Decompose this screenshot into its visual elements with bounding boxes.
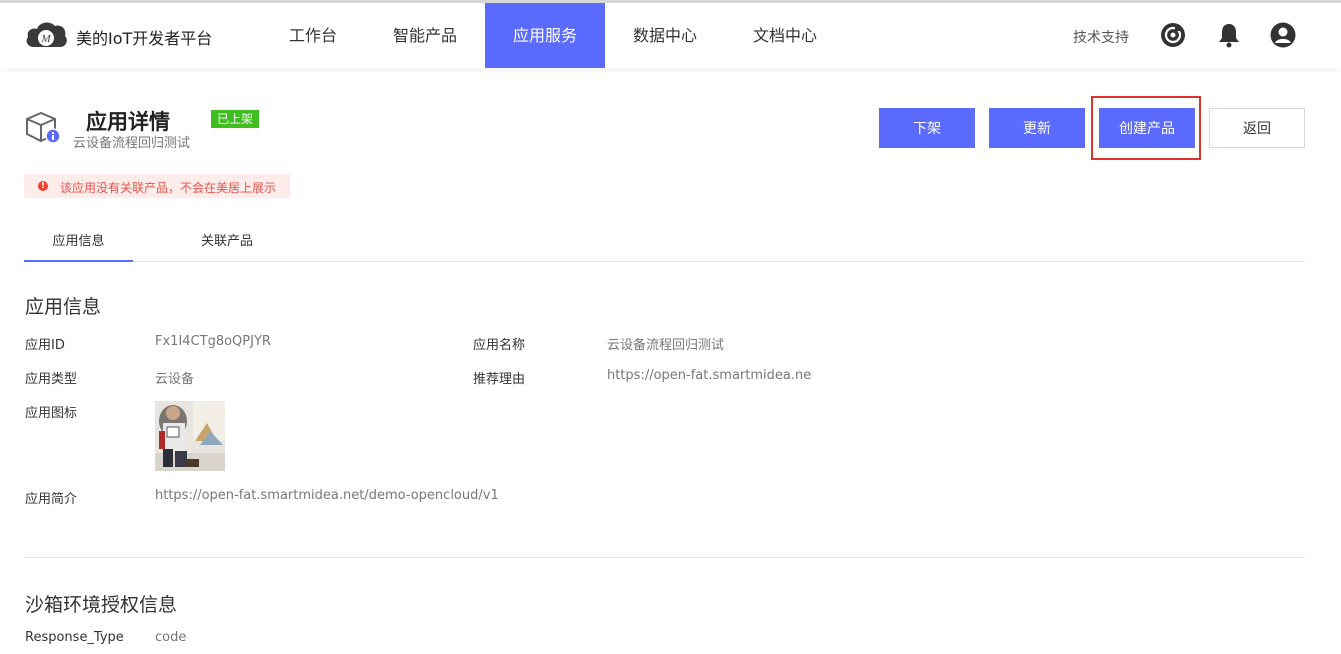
exclamation-icon: !	[38, 181, 48, 191]
page-subtitle: 云设备流程回归测试	[73, 136, 191, 151]
top-navbar: M 美的IoT开发者平台 工作台 智能产品 应用服务 数据中心 文档中心 技术支…	[0, 3, 1341, 68]
app-icon-label: 应用图标	[25, 406, 78, 421]
section-title-sandbox: 沙箱环境授权信息	[25, 594, 178, 616]
nav-smart-products[interactable]: 智能产品	[372, 3, 478, 68]
back-button[interactable]: 返回	[1209, 108, 1305, 148]
app-type-value: 云设备	[155, 372, 195, 387]
midea-cloud-logo-icon[interactable]: M	[24, 19, 68, 51]
response-type-label: Response_Type	[25, 630, 124, 645]
delist-button[interactable]: 下架	[879, 108, 975, 148]
warning-alert: ! 该应用没有关联产品，不会在美居上展示	[24, 174, 290, 198]
user-avatar-icon[interactable]	[1270, 22, 1296, 48]
nav-workbench[interactable]: 工作台	[266, 3, 360, 68]
app-intro-value: https://open-fat.smartmidea.net/demo-ope…	[155, 488, 499, 503]
app-name-value: 云设备流程回归测试	[607, 338, 725, 353]
alert-text: 该应用没有关联产品，不会在美居上展示	[60, 181, 277, 195]
recommend-reason-value: https://open-fat.smartmidea.ne	[607, 368, 812, 383]
section-title-app-info: 应用信息	[25, 296, 102, 318]
tab-linked-products[interactable]: 关联产品	[174, 224, 280, 262]
nav-app-services[interactable]: 应用服务	[485, 3, 605, 68]
recommend-reason-label: 推荐理由	[473, 372, 526, 387]
bell-icon[interactable]	[1216, 22, 1242, 48]
brand-name[interactable]: 美的IoT开发者平台	[76, 25, 212, 49]
app-id-label: 应用ID	[25, 338, 65, 353]
response-type-value: code	[155, 630, 187, 645]
app-icon-image	[155, 401, 225, 471]
highlight-box	[1091, 96, 1201, 160]
app-box-info-icon	[26, 111, 61, 144]
app-type-label: 应用类型	[25, 372, 78, 387]
nav-docs-center[interactable]: 文档中心	[732, 3, 838, 68]
svg-text:M: M	[41, 33, 52, 45]
tab-bar: 应用信息 关联产品	[24, 224, 1305, 262]
tab-app-info[interactable]: 应用信息	[24, 224, 133, 262]
nav-data-center[interactable]: 数据中心	[612, 3, 718, 68]
status-badge: 已上架	[211, 110, 260, 128]
target-icon[interactable]	[1160, 22, 1186, 48]
app-intro-label: 应用简介	[25, 492, 78, 507]
update-button[interactable]: 更新	[989, 108, 1085, 148]
app-name-label: 应用名称	[473, 338, 526, 353]
tech-support-link[interactable]: 技术支持	[1073, 27, 1129, 47]
app-id-value: Fx1I4CTg8oQPJYR	[155, 334, 271, 349]
section-divider	[24, 557, 1305, 558]
